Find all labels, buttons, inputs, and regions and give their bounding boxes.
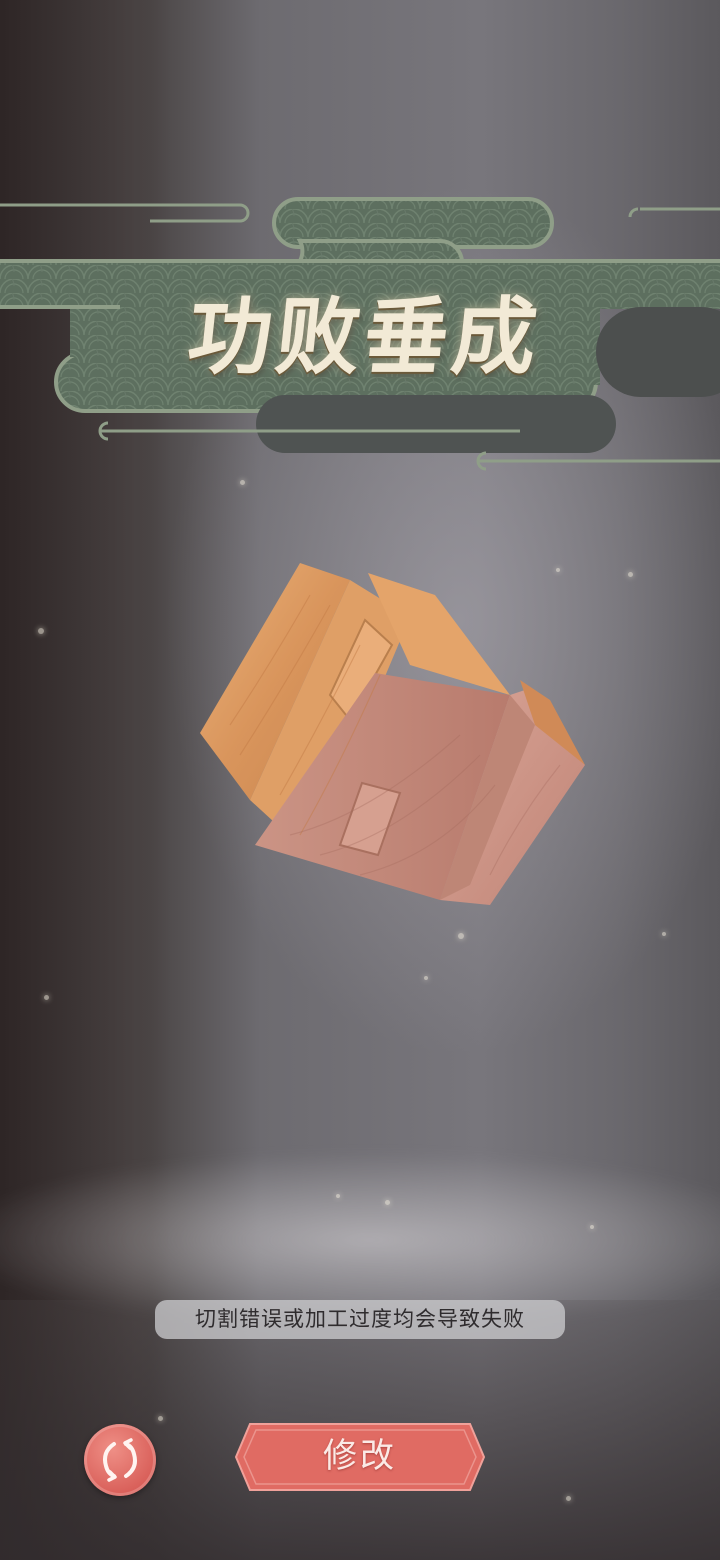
dust-mote <box>385 1200 390 1205</box>
dust-mote <box>566 1496 571 1501</box>
wooden-puzzle-piece[interactable] <box>190 555 600 915</box>
dust-mote <box>38 628 44 634</box>
restart-arrows-icon <box>103 1438 137 1482</box>
dust-mote <box>458 933 464 939</box>
result-title: 功败垂成 <box>183 287 546 386</box>
restart-button[interactable] <box>84 1424 156 1496</box>
dust-mote <box>424 976 428 980</box>
failure-hint-text: 切割错误或加工过度均会导致失败 <box>155 1300 565 1339</box>
dust-mote <box>662 932 666 936</box>
dust-mote <box>336 1194 340 1198</box>
dust-mote <box>44 995 49 1000</box>
modify-button-label: 修改 <box>323 1436 397 1476</box>
dust-mote <box>240 480 245 485</box>
dust-mote <box>628 572 633 577</box>
modify-button[interactable]: 修改 <box>234 1422 486 1492</box>
dust-mote <box>158 1416 163 1421</box>
dust-mote <box>590 1225 594 1229</box>
